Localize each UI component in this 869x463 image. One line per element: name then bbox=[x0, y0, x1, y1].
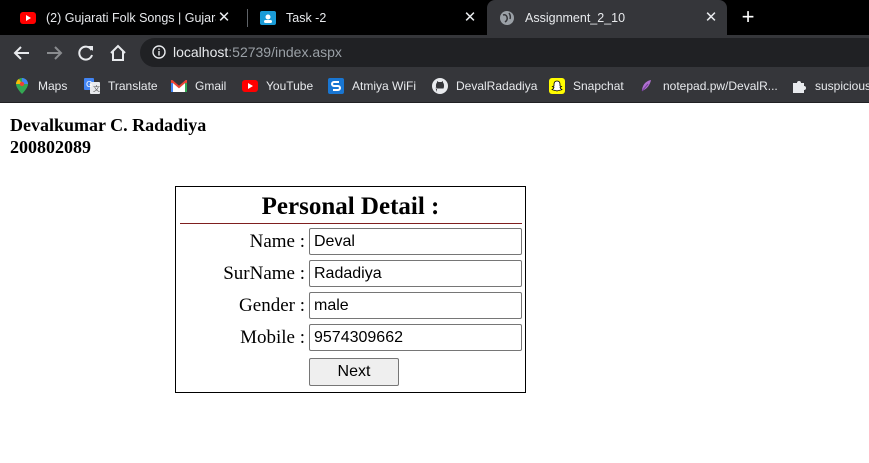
home-button[interactable] bbox=[106, 41, 130, 65]
home-icon bbox=[110, 44, 126, 61]
tab-task[interactable]: Task -2 ✕ bbox=[240, 0, 486, 35]
back-button[interactable] bbox=[10, 41, 34, 65]
bookmark-atmiya-wifi[interactable]: Atmiya WiFi bbox=[328, 70, 416, 102]
bookmark-notepad[interactable]: notepad.pw/DevalR... bbox=[639, 70, 778, 102]
tab-assignment[interactable]: Assignment_2_10 ✕ bbox=[487, 0, 727, 35]
info-icon bbox=[152, 45, 166, 59]
bookmark-label: DevalRadadiya bbox=[456, 79, 538, 93]
tab-youtube[interactable]: (2) Gujarati Folk Songs | Gujarati Lok G… bbox=[0, 0, 240, 35]
bookmark-label: suspicious bbox=[815, 79, 869, 93]
puzzle-icon bbox=[791, 78, 807, 94]
gender-label: Gender : bbox=[239, 295, 305, 316]
address-bar[interactable]: localhost:52739/index.aspx bbox=[140, 38, 869, 67]
youtube-icon bbox=[242, 78, 258, 94]
url-text: localhost:52739/index.aspx bbox=[173, 44, 342, 60]
maps-icon bbox=[14, 78, 30, 94]
bookmark-label: Translate bbox=[108, 79, 158, 93]
personal-detail-form: Personal Detail : Name : Deval SurName :… bbox=[175, 186, 526, 393]
title-divider bbox=[180, 223, 522, 224]
bookmark-label: YouTube bbox=[266, 79, 314, 93]
reload-button[interactable] bbox=[74, 41, 98, 65]
name-field[interactable]: Deval bbox=[309, 228, 522, 255]
notepad-icon bbox=[639, 78, 655, 94]
svg-text:G: G bbox=[86, 80, 92, 89]
new-tab-button[interactable]: + bbox=[737, 6, 759, 29]
bookmark-label: notepad.pw/DevalR... bbox=[663, 79, 778, 93]
form-title: Personal Detail : bbox=[261, 193, 440, 220]
student-id: 200802089 bbox=[10, 137, 91, 157]
tab-title: (2) Gujarati Folk Songs | Gujarati Lok G… bbox=[46, 10, 216, 25]
bookmark-label: Snapchat bbox=[573, 79, 624, 93]
forward-arrow-icon bbox=[47, 46, 63, 60]
translate-icon: G文 bbox=[84, 78, 100, 94]
bookmark-label: Atmiya WiFi bbox=[352, 79, 416, 93]
bookmark-translate[interactable]: G文 Translate bbox=[84, 70, 158, 102]
classroom-icon bbox=[260, 10, 276, 26]
bookmark-label: Maps bbox=[38, 79, 68, 93]
mobile-field[interactable]: 9574309662 bbox=[309, 324, 522, 351]
atmiya-icon bbox=[328, 78, 344, 94]
tab-title: Task -2 bbox=[286, 10, 327, 25]
bookmarks-bar: Maps G文 Translate Gmail YouTube Atmiya W… bbox=[0, 70, 869, 103]
surname-field[interactable]: Radadiya bbox=[309, 260, 522, 287]
student-name: Devalkumar C. Radadiya bbox=[10, 115, 207, 135]
surname-label: SurName : bbox=[223, 263, 305, 284]
bookmark-label: Gmail bbox=[195, 79, 227, 93]
bookmark-maps[interactable]: Maps bbox=[14, 70, 67, 102]
mobile-label: Mobile : bbox=[240, 327, 305, 348]
globe-icon bbox=[499, 10, 515, 26]
svg-text:文: 文 bbox=[93, 84, 100, 93]
bookmark-gmail[interactable]: Gmail bbox=[171, 70, 226, 102]
bookmark-suspicious[interactable]: suspicious bbox=[791, 70, 869, 102]
close-icon[interactable]: ✕ bbox=[216, 9, 232, 26]
github-icon bbox=[432, 78, 448, 94]
back-arrow-icon bbox=[13, 46, 29, 60]
forward-button[interactable] bbox=[42, 41, 66, 65]
url-path: :52739/index.aspx bbox=[228, 44, 342, 60]
bookmark-youtube[interactable]: YouTube bbox=[242, 70, 313, 102]
close-icon[interactable]: ✕ bbox=[462, 9, 478, 26]
snapchat-icon bbox=[549, 78, 565, 94]
gender-field[interactable]: male bbox=[309, 292, 522, 319]
bookmark-github[interactable]: DevalRadadiya bbox=[432, 70, 537, 102]
gmail-icon bbox=[171, 78, 187, 94]
next-button[interactable]: Next bbox=[309, 358, 399, 386]
student-info: Devalkumar C. Radadiya 200802089 bbox=[10, 114, 206, 158]
youtube-icon bbox=[20, 10, 36, 26]
bookmark-snapchat[interactable]: Snapchat bbox=[549, 70, 624, 102]
tab-title: Assignment_2_10 bbox=[525, 10, 626, 25]
url-host: localhost bbox=[173, 44, 229, 60]
name-label: Name : bbox=[249, 231, 305, 252]
browser-toolbar: localhost:52739/index.aspx bbox=[0, 35, 869, 70]
tab-strip: (2) Gujarati Folk Songs | Gujarati Lok G… bbox=[0, 0, 869, 35]
reload-icon bbox=[78, 45, 93, 61]
close-icon[interactable]: ✕ bbox=[703, 9, 719, 26]
